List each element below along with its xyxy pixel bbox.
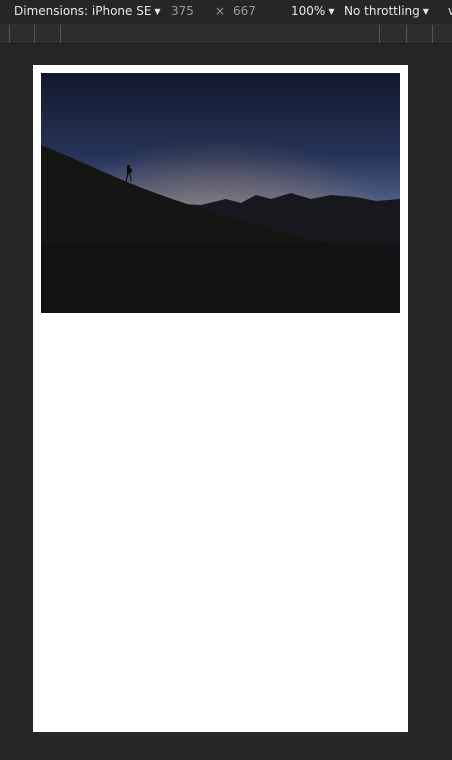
times-icon: × [215, 4, 226, 18]
toolbar-overflow-item[interactable]: v [448, 4, 452, 18]
throttling-label: No throttling [344, 4, 420, 18]
ruler-tick [432, 25, 433, 43]
zoom-dropdown[interactable]: 100% ▼ [291, 4, 334, 18]
ruler-tick [9, 25, 10, 43]
device-toolbar: Dimensions: iPhone SE ▼ 375 × 667 100% ▼… [0, 0, 452, 24]
width-input[interactable]: 375 [171, 4, 194, 18]
ruler-tick [60, 25, 61, 43]
device-dimensions-dropdown[interactable]: Dimensions: iPhone SE ▼ [14, 4, 161, 18]
throttling-dropdown[interactable]: No throttling ▼ [344, 4, 429, 18]
device-viewport [0, 44, 452, 760]
device-screen [33, 65, 408, 732]
landscape-photo-icon [41, 73, 400, 313]
ruler-tick [379, 25, 380, 43]
media-query-bar [0, 24, 452, 44]
chevron-down-icon: ▼ [154, 6, 161, 16]
ruler-tick [406, 25, 407, 43]
chevron-down-icon: ▼ [328, 6, 335, 16]
zoom-label: 100% [291, 4, 326, 18]
chevron-down-icon: ▼ [422, 6, 429, 16]
device-dimensions-label: Dimensions: iPhone SE [14, 4, 152, 18]
ruler-tick [34, 25, 35, 43]
height-input[interactable]: 667 [233, 4, 256, 18]
